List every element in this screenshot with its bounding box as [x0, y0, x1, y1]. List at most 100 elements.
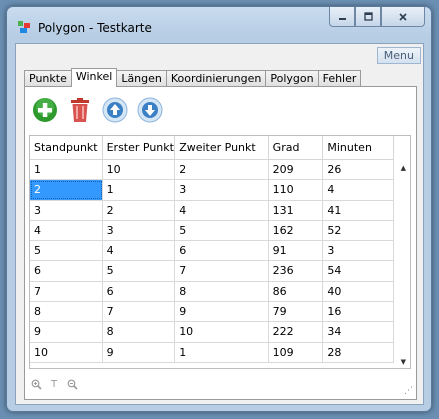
add-button[interactable] — [31, 96, 59, 124]
cell-standpunkt[interactable]: 4 — [30, 220, 103, 241]
cell-zweiter-punkt[interactable]: 3 — [175, 180, 269, 200]
cell-grad[interactable]: 109 — [269, 342, 324, 362]
cell-grad[interactable]: 209 — [269, 160, 324, 180]
table-row[interactable]: 4 3 5 162 52 — [30, 220, 394, 242]
cell-erster-punkt[interactable]: 5 — [103, 261, 176, 281]
cell-grad[interactable]: 110 — [269, 180, 324, 200]
cell-minuten[interactable]: 4 — [323, 180, 394, 200]
column-header-erster-punkt[interactable]: Erster Punkt — [103, 136, 176, 160]
cell-standpunkt[interactable]: 9 — [30, 322, 103, 342]
cell-zweiter-punkt[interactable]: 5 — [175, 220, 269, 241]
zoom-in-icon — [31, 379, 42, 390]
cell-erster-punkt[interactable]: 3 — [103, 220, 176, 241]
zoom-out-button[interactable] — [65, 377, 79, 391]
cell-standpunkt[interactable]: 2 — [30, 180, 103, 200]
cell-erster-punkt[interactable]: 1 — [103, 180, 176, 200]
cell-standpunkt[interactable]: 6 — [30, 261, 103, 281]
cell-minuten[interactable]: 16 — [323, 302, 394, 322]
table-row[interactable]: 3 2 4 131 41 — [30, 200, 394, 221]
tab-koordinierungen[interactable]: Koordinierungen — [165, 70, 267, 87]
cell-standpunkt[interactable]: 5 — [30, 241, 103, 261]
cell-minuten[interactable]: 52 — [323, 220, 394, 241]
cell-erster-punkt[interactable]: 10 — [103, 160, 176, 180]
move-down-button[interactable] — [136, 96, 164, 124]
table-row[interactable]: 10 9 1 109 28 — [30, 342, 394, 363]
cell-erster-punkt[interactable]: 4 — [103, 241, 176, 261]
status-bar: T — [29, 377, 83, 391]
cell-erster-punkt[interactable]: 2 — [103, 200, 176, 220]
move-up-button[interactable] — [101, 96, 129, 124]
tab-polygon[interactable]: Polygon — [265, 70, 319, 87]
delete-button[interactable] — [66, 96, 94, 124]
column-header-grad[interactable]: Grad — [269, 136, 324, 160]
table-row[interactable]: 9 8 10 222 34 — [30, 322, 394, 343]
cell-zweiter-punkt[interactable]: 7 — [175, 261, 269, 281]
title-bar[interactable]: Polygon - Testkarte — [7, 7, 431, 39]
column-header-zweiter-punkt[interactable]: Zweiter Punkt — [175, 136, 269, 160]
cell-minuten[interactable]: 34 — [323, 322, 394, 342]
cell-erster-punkt[interactable]: 6 — [103, 281, 176, 302]
cell-standpunkt[interactable]: 10 — [30, 342, 103, 362]
tab-laengen[interactable]: Längen — [116, 70, 167, 87]
move-up-icon — [102, 97, 128, 123]
cell-minuten[interactable]: 40 — [323, 281, 394, 302]
cell-minuten[interactable]: 26 — [323, 160, 394, 180]
text-button[interactable]: T — [47, 377, 61, 391]
cell-minuten[interactable]: 54 — [323, 261, 394, 281]
resize-grip-icon[interactable]: ⋰ — [404, 386, 413, 396]
cell-zweiter-punkt[interactable]: 9 — [175, 302, 269, 322]
table-row[interactable]: 8 7 9 79 16 — [30, 302, 394, 323]
cell-zweiter-punkt[interactable]: 8 — [175, 281, 269, 302]
cell-zweiter-punkt[interactable]: 2 — [175, 160, 269, 180]
table-header: Standpunkt Erster Punkt Zweiter Punkt Gr… — [30, 136, 394, 160]
table-row[interactable]: 1 10 2 209 26 — [30, 160, 394, 181]
cell-grad[interactable]: 162 — [269, 220, 324, 241]
cell-standpunkt[interactable]: 7 — [30, 281, 103, 302]
menu-button[interactable]: Menu — [376, 47, 421, 64]
table-row[interactable]: 5 4 6 91 3 — [30, 241, 394, 262]
cell-grad[interactable]: 222 — [269, 322, 324, 342]
close-button[interactable] — [381, 7, 425, 27]
zoom-in-button[interactable] — [29, 377, 43, 391]
scroll-up-icon[interactable]: ▲ — [401, 164, 406, 172]
app-icon — [18, 21, 30, 33]
cell-standpunkt[interactable]: 8 — [30, 302, 103, 322]
tab-punkte[interactable]: Punkte — [24, 70, 72, 87]
angle-table: Standpunkt Erster Punkt Zweiter Punkt Gr… — [29, 135, 411, 369]
minimize-button[interactable] — [329, 7, 355, 27]
scroll-down-icon[interactable]: ▼ — [401, 358, 406, 366]
window-title: Polygon - Testkarte — [38, 21, 152, 35]
cell-zweiter-punkt[interactable]: 6 — [175, 241, 269, 261]
cell-minuten[interactable]: 28 — [323, 342, 394, 362]
table-row[interactable]: 2 1 3 110 4 — [30, 180, 394, 201]
cell-standpunkt[interactable]: 1 — [30, 160, 103, 180]
column-header-standpunkt[interactable]: Standpunkt — [30, 136, 103, 160]
cell-grad[interactable]: 236 — [269, 261, 324, 281]
tab-bar: Punkte Winkel Längen Koordinierungen Pol… — [24, 68, 362, 87]
cell-standpunkt[interactable]: 3 — [30, 200, 103, 220]
cell-minuten[interactable]: 3 — [323, 241, 394, 261]
table-row[interactable]: 7 6 8 86 40 — [30, 281, 394, 303]
maximize-icon — [363, 12, 373, 21]
cell-zweiter-punkt[interactable]: 4 — [175, 200, 269, 220]
cell-grad[interactable]: 91 — [269, 241, 324, 261]
cell-zweiter-punkt[interactable]: 1 — [175, 342, 269, 362]
cell-grad[interactable]: 86 — [269, 281, 324, 302]
cell-minuten[interactable]: 41 — [323, 200, 394, 220]
cell-grad[interactable]: 79 — [269, 302, 324, 322]
cell-zweiter-punkt[interactable]: 10 — [175, 322, 269, 342]
text-icon: T — [50, 378, 58, 390]
app-window: Polygon - Testkarte Menu Punkte Winkel L… — [6, 6, 432, 412]
vertical-scrollbar[interactable]: ▲ ▼ — [394, 136, 410, 368]
delete-icon — [71, 98, 89, 122]
tab-winkel[interactable]: Winkel — [70, 68, 118, 87]
maximize-button[interactable] — [355, 7, 381, 27]
tab-fehler[interactable]: Fehler — [317, 70, 362, 87]
table-row[interactable]: 6 5 7 236 54 — [30, 261, 394, 282]
cell-erster-punkt[interactable]: 7 — [103, 302, 176, 322]
client-area: Menu Punkte Winkel Längen Koordinierunge… — [15, 43, 424, 405]
cell-grad[interactable]: 131 — [269, 200, 324, 220]
column-header-minuten[interactable]: Minuten — [323, 136, 394, 160]
cell-erster-punkt[interactable]: 8 — [103, 322, 176, 342]
cell-erster-punkt[interactable]: 9 — [103, 342, 176, 362]
